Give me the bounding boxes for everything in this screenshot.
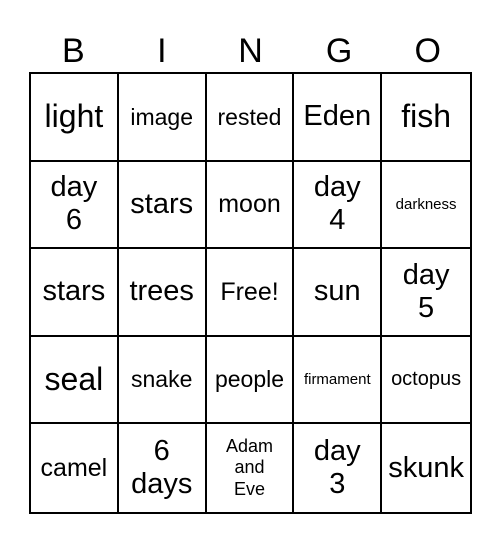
bingo-card-grid: light image rested Eden fish day 6 stars moon da… [29, 72, 472, 514]
bingo-cell[interactable]: skunk [382, 424, 470, 512]
bingo-cell[interactable]: snake [118, 336, 207, 425]
bingo-cell[interactable]: Adam and Eve [207, 424, 295, 512]
header-letter-g: G [325, 32, 353, 70]
bingo-cell[interactable]: day 5 [382, 249, 470, 337]
header-letter-i: I [157, 32, 167, 70]
bingo-cell[interactable]: rested [206, 74, 295, 162]
bingo-cell[interactable]: day 6 [31, 161, 119, 250]
bingo-cell[interactable]: stars [118, 161, 207, 250]
bingo-cell[interactable]: fish [382, 74, 470, 162]
bingo-cell[interactable]: 6 days [119, 424, 207, 512]
free-space-cell[interactable]: Free! [206, 249, 295, 337]
bingo-cell[interactable]: light [31, 74, 119, 162]
bingo-cell[interactable]: sun [294, 249, 383, 337]
bingo-cell[interactable]: Eden [294, 74, 383, 162]
bingo-cell[interactable]: moon [206, 161, 295, 250]
bingo-cell[interactable]: firmament [294, 336, 383, 425]
header-letter-b: B [61, 32, 85, 70]
bingo-cell[interactable]: stars [31, 249, 119, 337]
bingo-header: B I N G O [29, 30, 472, 72]
bingo-cell[interactable]: darkness [382, 162, 470, 250]
header-letter-n: N [238, 32, 263, 70]
bingo-cell[interactable]: people [206, 336, 295, 425]
bingo-cell[interactable]: seal [31, 336, 119, 425]
bingo-cell[interactable]: camel [31, 424, 119, 512]
bingo-cell[interactable]: day 3 [294, 424, 383, 512]
bingo-cell[interactable]: day 4 [294, 161, 383, 250]
bingo-cell[interactable]: trees [118, 249, 207, 337]
header-letter-o: O [414, 32, 441, 70]
bingo-cell[interactable]: image [118, 74, 207, 162]
bingo-cell[interactable]: octopus [382, 337, 470, 425]
